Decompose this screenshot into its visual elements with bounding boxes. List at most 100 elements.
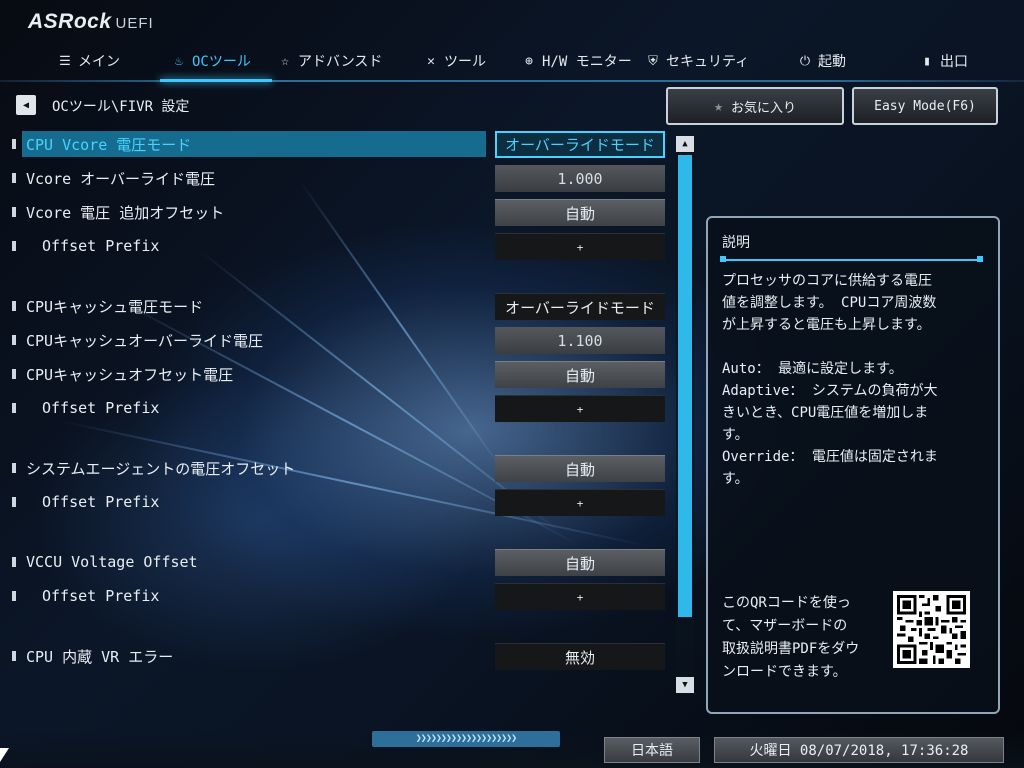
setting-label: Offset Prefix (42, 493, 160, 511)
tab-label: 起動 (818, 54, 846, 70)
divider-dot (977, 256, 983, 262)
setting-row-cache-offset[interactable]: CPUキャッシュオフセット電圧 (10, 361, 480, 387)
row-marker (12, 301, 16, 311)
tab-exit[interactable]: ▮ 出口 (920, 42, 968, 80)
setting-label: Offset Prefix (42, 237, 160, 255)
setting-value-vr-error[interactable]: 無効 (495, 643, 665, 670)
setting-row-offset-prefix[interactable]: Offset Prefix (10, 489, 480, 515)
caret-down-icon: ▼ (682, 680, 688, 690)
star-icon: ☆ (281, 53, 289, 69)
row-marker (12, 403, 16, 413)
scrollbar-thumb[interactable] (678, 155, 692, 617)
caret-up-icon: ▲ (682, 139, 688, 149)
setting-row-vr-error[interactable]: CPU 内蔵 VR エラー (10, 643, 480, 669)
row-marker (12, 335, 16, 345)
setting-value-vcore-override[interactable]: 1.000 (495, 165, 665, 192)
setting-value-sa-offset[interactable]: 自動 (495, 455, 665, 482)
setting-value-cache-override[interactable]: 1.100 (495, 327, 665, 354)
favorites-button[interactable]: ★ お気に入り (666, 87, 844, 125)
tab-oc-tweaker[interactable]: ♨ OCツール (172, 42, 251, 80)
row-marker (12, 651, 16, 661)
row-marker (12, 173, 16, 183)
tab-label: OCツール (192, 54, 251, 70)
setting-label: Offset Prefix (42, 399, 160, 417)
tab-advanced[interactable]: ☆ アドバンスド (278, 42, 382, 80)
setting-row-vcore-override[interactable]: Vcore オーバーライド電圧 (10, 165, 480, 191)
scroll-down-button[interactable]: ▼ (676, 677, 694, 693)
exit-door-icon: ▮ (923, 53, 931, 69)
qr-code-icon (897, 595, 966, 664)
row-marker (12, 369, 16, 379)
tab-label: H/W モニター (542, 54, 632, 70)
favorites-label: お気に入り (731, 100, 797, 116)
tab-label: ツール (444, 54, 486, 70)
row-marker (12, 557, 16, 567)
setting-row-vccu-offset[interactable]: VCCU Voltage Offset (10, 549, 480, 575)
setting-label: CPU Vcore 電圧モード (26, 135, 192, 154)
shield-icon: ⛨ (648, 53, 658, 69)
main-nav: ☰ メイン ♨ OCツール ☆ アドバンスド ✕ ツール ⊕ H/W モニター ⛨ セキュリ… (0, 42, 1024, 80)
setting-label: CPUキャッシュ電圧モード (26, 297, 204, 316)
setting-label: Vcore 電圧 追加オフセット (26, 203, 225, 222)
description-divider (721, 259, 981, 261)
tab-label: アドバンスド (298, 54, 383, 70)
setting-row-sa-offset[interactable]: システムエージェントの電圧オフセット (10, 455, 480, 481)
scroll-up-button[interactable]: ▲ (676, 136, 694, 152)
easy-mode-button[interactable]: Easy Mode(F6) (852, 87, 998, 125)
row-marker (12, 207, 16, 217)
setting-value-offset-prefix[interactable]: + (495, 489, 665, 516)
qr-caption: このQRコードを使っ て、マザーボードの 取扱説明書PDFをダウ ンロードできま… (722, 595, 860, 680)
tab-main[interactable]: ☰ メイン (58, 42, 120, 80)
active-tab-indicator (160, 79, 272, 82)
description-title: 説明 (722, 235, 750, 251)
nav-divider (0, 80, 1024, 82)
tab-hw-monitor[interactable]: ⊕ H/W モニター (522, 42, 632, 80)
setting-label: CPU 内蔵 VR エラー (26, 647, 174, 666)
row-marker (12, 591, 16, 601)
chevron-decoration-icon: ❯❯❯❯❯❯❯❯❯❯❯❯❯❯❯❯❯❯❯❯ (372, 731, 560, 747)
setting-row-cpu-vcore-mode[interactable]: CPU Vcore 電圧モード (10, 131, 486, 157)
setting-row-cache-override[interactable]: CPUキャッシュオーバーライド電圧 (10, 327, 480, 353)
setting-value-offset-prefix[interactable]: + (495, 395, 665, 422)
setting-label: Offset Prefix (42, 587, 160, 605)
easy-mode-label: Easy Mode(F6) (874, 98, 976, 114)
setting-value-cache-mode[interactable]: オーバーライドモード (495, 293, 665, 320)
mouse-cursor-icon (0, 748, 9, 762)
setting-label: システムエージェントの電圧オフセット (26, 459, 296, 478)
divider-dot (720, 256, 726, 262)
setting-row-cache-mode[interactable]: CPUキャッシュ電圧モード (10, 293, 480, 319)
tab-tool[interactable]: ✕ ツール (424, 42, 486, 80)
crosshair-icon: ⊕ (525, 53, 533, 69)
row-marker (12, 139, 16, 149)
setting-value-vcore-offset[interactable]: 自動 (495, 199, 665, 226)
wrench-icon: ✕ (427, 53, 435, 69)
list-icon: ☰ (59, 53, 71, 69)
setting-value-vccu-offset[interactable]: 自動 (495, 549, 665, 576)
system-datetime: 火曜日 08/07/2018, 17:36:28 (714, 737, 1004, 763)
asrock-logo: ASRock UEFI (28, 10, 154, 33)
setting-row-offset-prefix[interactable]: Offset Prefix (10, 395, 480, 421)
power-icon: ⏻ (799, 53, 811, 69)
row-marker (12, 241, 16, 251)
setting-row-vcore-offset[interactable]: Vcore 電圧 追加オフセット (10, 199, 480, 225)
tab-label: セキュリティ (666, 54, 750, 70)
tab-boot[interactable]: ⏻ 起動 (798, 42, 846, 80)
tab-security[interactable]: ⛨ セキュリティ (646, 42, 749, 80)
setting-value-cache-offset[interactable]: 自動 (495, 361, 665, 388)
language-button[interactable]: 日本語 (604, 737, 700, 763)
row-marker (12, 463, 16, 473)
setting-value-offset-prefix[interactable]: + (495, 233, 665, 260)
setting-value-offset-prefix[interactable]: + (495, 583, 665, 610)
setting-row-offset-prefix[interactable]: Offset Prefix (10, 583, 480, 609)
setting-value-cpu-vcore-mode[interactable]: オーバーライドモード (495, 131, 665, 158)
description-text: プロセッサのコアに供給する電圧 値を調整します。 CPUコア周波数 が上昇すると… (722, 273, 938, 487)
breadcrumb: OCツール\FIVR 設定 (52, 99, 190, 115)
setting-row-offset-prefix[interactable]: Offset Prefix (10, 233, 480, 259)
chevron-left-icon: ◀ (22, 99, 30, 111)
back-button[interactable]: ◀ (16, 95, 36, 115)
setting-label: CPUキャッシュオーバーライド電圧 (26, 331, 263, 350)
qr-code (893, 591, 970, 668)
row-marker (12, 497, 16, 507)
setting-label: Vcore オーバーライド電圧 (26, 169, 216, 188)
star-icon: ★ (713, 97, 723, 115)
